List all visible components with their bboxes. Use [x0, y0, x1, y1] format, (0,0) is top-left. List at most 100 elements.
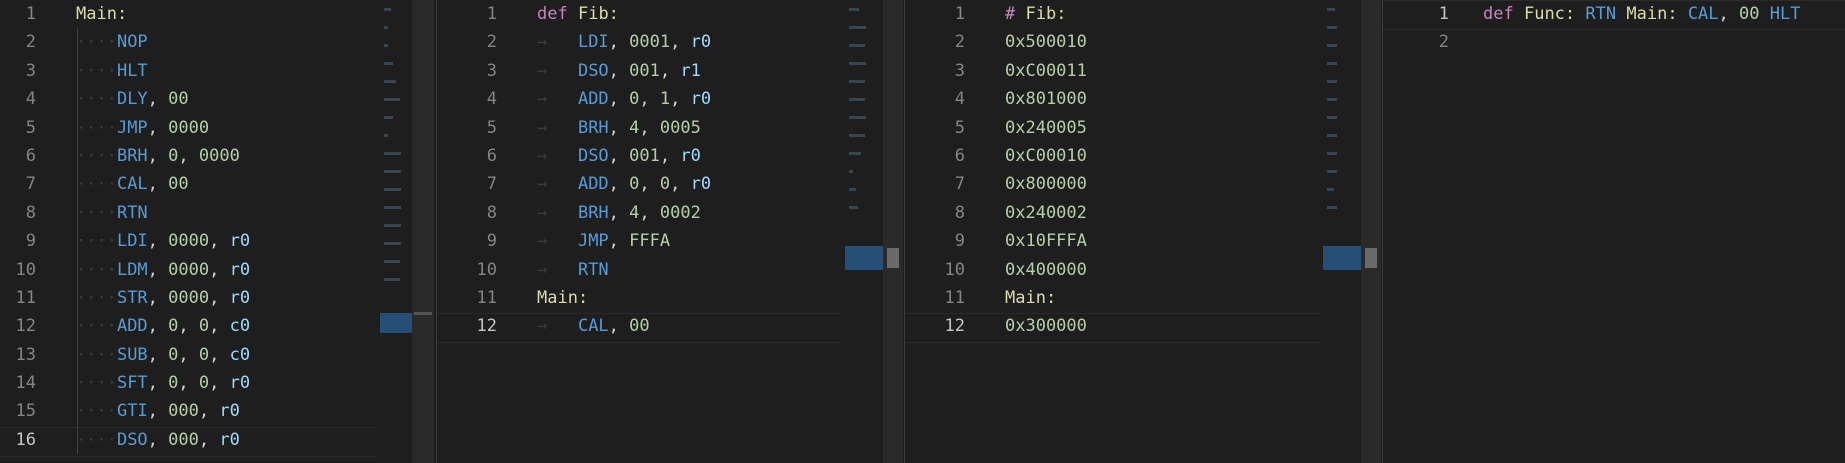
minimap-viewport[interactable] — [380, 313, 412, 333]
token-op: BRH — [577, 117, 609, 138]
minimap-line — [1327, 116, 1338, 119]
code-line[interactable]: 1 def Fib: — [437, 0, 883, 28]
code-line[interactable]: 6 0xC00010 — [905, 142, 1361, 170]
editor-pane-main[interactable]: 1 Main: 2 ····NOP 3 ····HLT 4 ····DLY, 00 5 ····J… — [0, 0, 412, 463]
minimap-line — [849, 26, 866, 29]
code-line[interactable]: 7 → ADD, 0, 0, r0 — [437, 170, 883, 198]
code-line[interactable]: 10 0x400000 — [905, 256, 1361, 284]
code-line[interactable]: 1 def Func: RTN Main: CAL, 00 HLT — [1383, 0, 1845, 28]
code-line[interactable]: 2 0x500010 — [905, 28, 1361, 56]
minimap[interactable] — [845, 0, 883, 463]
code-line[interactable]: 3 0xC00011 — [905, 57, 1361, 85]
whitespace-indicator: → — [537, 60, 578, 81]
code-line[interactable]: 1 # Fib: — [905, 0, 1361, 28]
code-line[interactable]: 13 ····SUB, 0, 0, c0 — [0, 341, 412, 369]
token-label: Main: — [1626, 4, 1678, 24]
line-number: 8 — [954, 202, 965, 223]
code-line[interactable]: 4 0x801000 — [905, 85, 1361, 113]
editor-pane-hex[interactable]: 1 # Fib: 2 0x500010 3 0xC00011 4 0x801000 5 0x240… — [905, 0, 1361, 463]
code-line[interactable]: 9 ····LDI, 0000, r0 — [0, 227, 412, 255]
line-content: 0x240005 — [1005, 114, 1087, 142]
vertical-scrollbar[interactable] — [1361, 0, 1381, 463]
token-pn: , — [1718, 4, 1740, 24]
line-content: ····JMP, 0000 — [76, 114, 209, 142]
code-line[interactable]: 4 ····DLY, 00 — [0, 85, 412, 113]
line-content: ····CAL, 00 — [76, 170, 189, 198]
code-line[interactable]: 10 → RTN — [437, 256, 883, 284]
token-pn: , — [209, 316, 230, 337]
token-pn: , — [608, 145, 630, 166]
code-line[interactable]: 3 → DSO, 001, r1 — [437, 57, 883, 85]
code-line[interactable]: 5 → BRH, 4, 0005 — [437, 114, 883, 142]
code-line[interactable]: 6 → DSO, 001, r0 — [437, 142, 883, 170]
whitespace-indicator: ···· — [76, 117, 117, 138]
whitespace-indicator: ···· — [76, 202, 117, 223]
vertical-scrollbar[interactable] — [883, 0, 903, 463]
token-reg: r0 — [229, 259, 251, 280]
token-op: SFT — [116, 373, 148, 394]
minimap-viewport[interactable] — [845, 246, 883, 270]
code-line[interactable]: 11 Main: — [905, 284, 1361, 312]
scrollbar-thumb[interactable] — [1365, 248, 1377, 268]
line-content: 0x800000 — [1005, 170, 1087, 198]
code-line[interactable]: 1 Main: — [0, 0, 412, 28]
minimap[interactable] — [1323, 0, 1361, 463]
code-line[interactable]: 2 — [1383, 28, 1845, 56]
line-content: # Fib: — [1005, 0, 1066, 28]
code-line[interactable]: 8 0x240002 — [905, 199, 1361, 227]
token-num: 00 — [168, 89, 189, 110]
code-line[interactable]: 12 → CAL, 00 — [437, 312, 883, 340]
code-line[interactable]: 10 ····LDM, 0000, r0 — [0, 256, 412, 284]
token-pn — [568, 4, 578, 24]
code-line[interactable]: 6 ····BRH, 0, 0000 — [0, 142, 412, 170]
scrollbar-thumb[interactable] — [887, 248, 899, 268]
code-line[interactable]: 15 ····GTI, 000, r0 — [0, 397, 412, 425]
token-pn: , — [147, 145, 169, 166]
code-line[interactable]: 9 0x10FFFA — [905, 227, 1361, 255]
code-line[interactable]: 2 ····NOP — [0, 28, 412, 56]
code-line[interactable]: 12 0x300000 — [905, 312, 1361, 340]
line-content: ····BRH, 0, 0000 — [76, 142, 240, 170]
line-number: 12 — [944, 316, 965, 337]
code-line[interactable]: 7 ····CAL, 00 — [0, 170, 412, 198]
code-line[interactable]: 12 ····ADD, 0, 0, c0 — [0, 312, 412, 340]
line-content: → DSO, 001, r1 — [537, 57, 701, 85]
code-line[interactable]: 5 ····JMP, 0000 — [0, 114, 412, 142]
token-num: 001 — [629, 145, 660, 166]
minimap-line — [384, 278, 400, 281]
token-pn: , — [178, 344, 199, 365]
token-pn: , — [659, 145, 681, 166]
editor-pane-func[interactable]: 1 def Func: RTN Main: CAL, 00 HLT 2 — [1383, 0, 1845, 463]
token-op: BRH — [116, 145, 148, 166]
whitespace-indicator: ···· — [76, 89, 117, 110]
code-line[interactable]: 9 → JMP, FFFA — [437, 227, 883, 255]
token-pn: , — [209, 259, 230, 280]
editor-pane-fib[interactable]: 1 def Fib: 2 → LDI, 0001, r0 3 → DSO, 001, r1… — [437, 0, 883, 463]
minimap-line — [384, 98, 400, 101]
minimap-viewport[interactable] — [1323, 246, 1361, 270]
code-line[interactable]: 7 0x800000 — [905, 170, 1361, 198]
code-line[interactable]: 16 ····DSO, 000, r0 — [0, 426, 412, 454]
code-line[interactable]: 8 ····RTN — [0, 199, 412, 227]
token-num: 0005 — [659, 117, 701, 138]
code-line[interactable]: 11 ····STR, 0000, r0 — [0, 284, 412, 312]
line-content: def Fib: — [537, 0, 619, 28]
code-line[interactable]: 3 ····HLT — [0, 57, 412, 85]
code-line[interactable]: 2 → LDI, 0001, r0 — [437, 28, 883, 56]
token-num: 000 — [168, 429, 199, 450]
code-line[interactable]: 11 Main: — [437, 284, 883, 312]
whitespace-indicator: ···· — [76, 231, 117, 252]
whitespace-indicator: → — [537, 89, 578, 110]
scrollbar-thumb[interactable] — [414, 312, 432, 315]
vertical-scrollbar[interactable] — [412, 0, 434, 463]
token-pn: , — [639, 202, 660, 223]
minimap-line — [384, 242, 401, 245]
code-line[interactable]: 5 0x240005 — [905, 114, 1361, 142]
code-line[interactable]: 14 ····SFT, 0, 0, r0 — [0, 369, 412, 397]
code-line[interactable]: 8 → BRH, 4, 0002 — [437, 199, 883, 227]
minimap[interactable] — [380, 0, 412, 463]
line-content: Main: — [76, 0, 127, 28]
token-num: 0x400000 — [1005, 259, 1087, 280]
code-line[interactable]: 4 → ADD, 0, 1, r0 — [437, 85, 883, 113]
token-reg: r0 — [229, 287, 251, 308]
